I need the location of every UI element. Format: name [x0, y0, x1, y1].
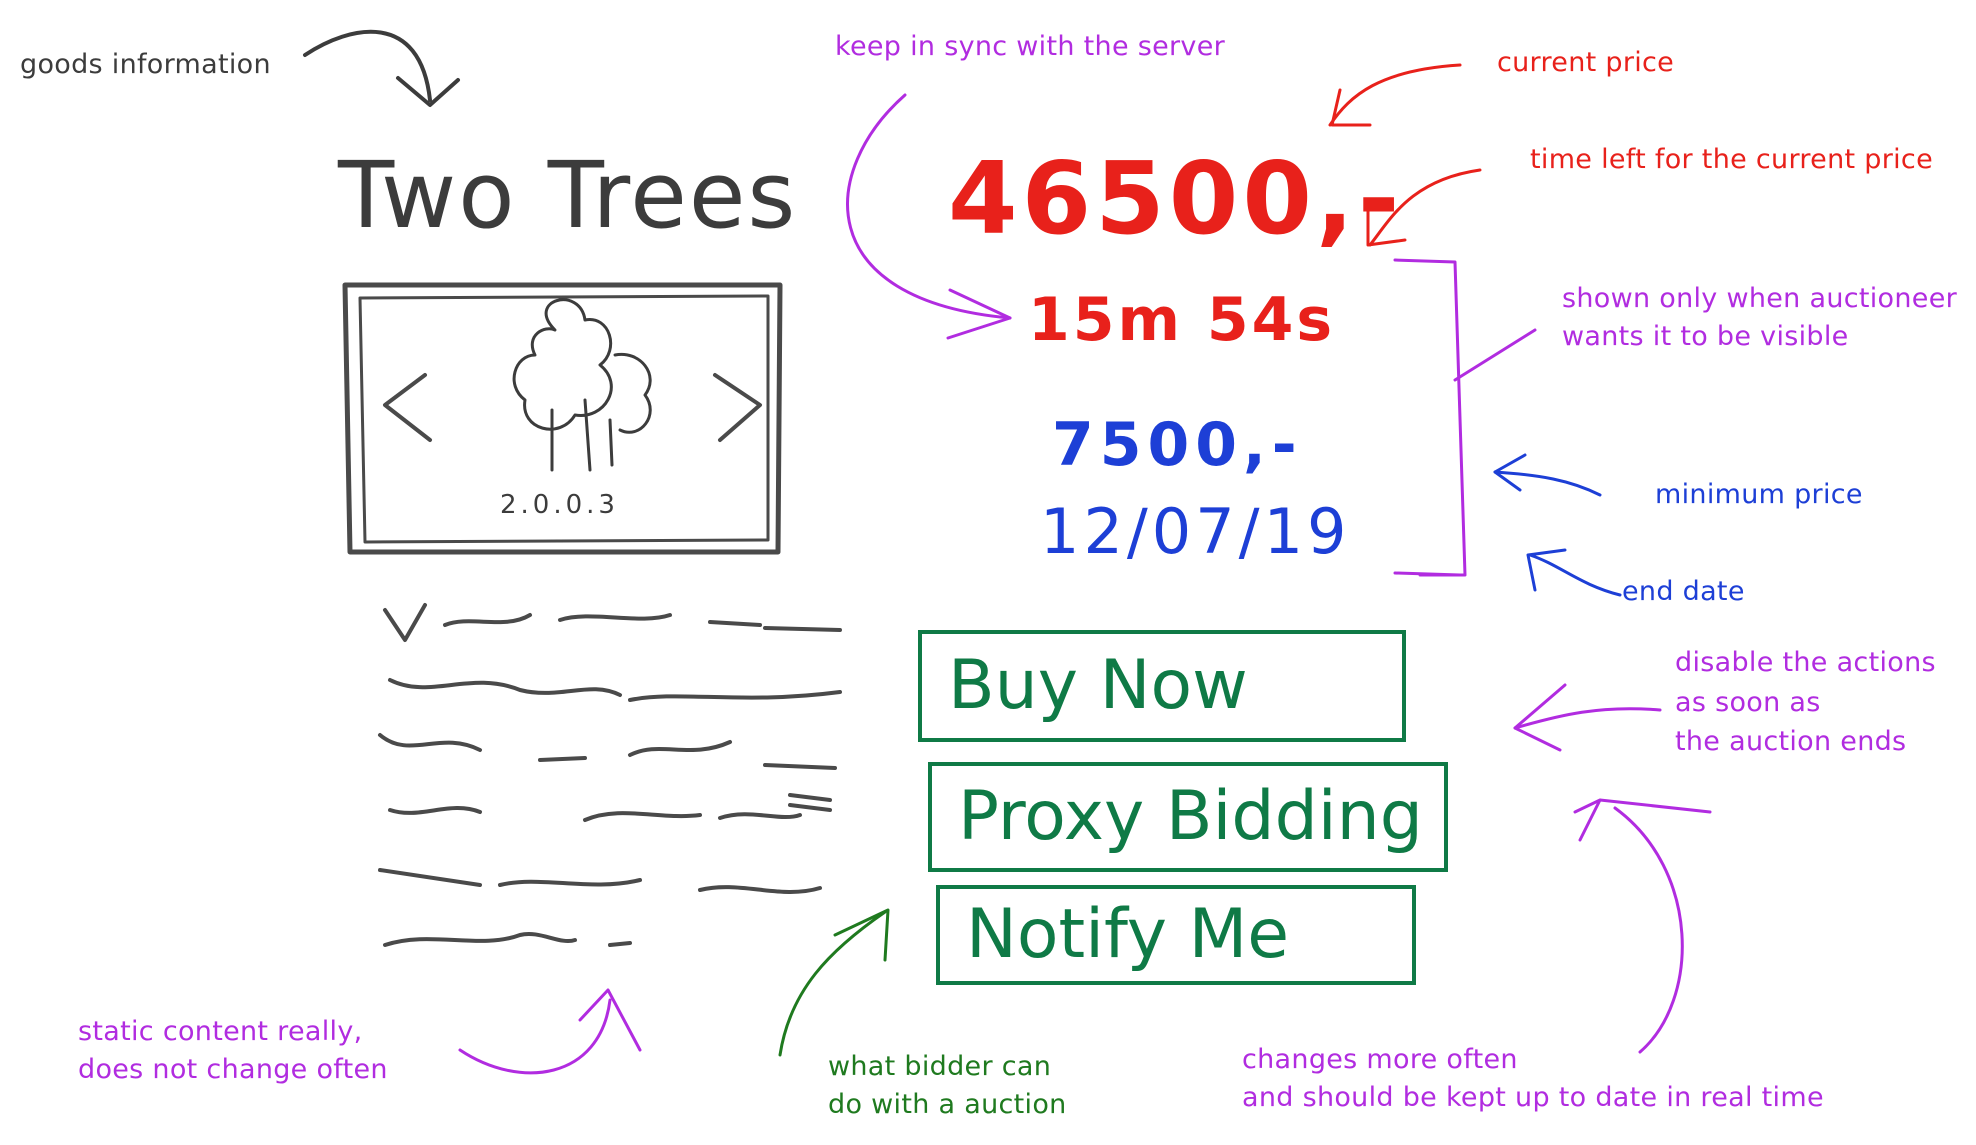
shown-only-annotation-line2: wants it to be visible — [1562, 321, 1849, 352]
current-price-annotation: current price — [1497, 47, 1675, 78]
notify-me-button[interactable]: Notify Me — [936, 885, 1416, 985]
goods-information-annotation: goods information — [20, 49, 271, 80]
minimum-price-annotation: minimum price — [1655, 479, 1863, 510]
image-next-arrow — [713, 373, 762, 442]
description-scribble — [378, 733, 837, 770]
buy-now-button[interactable]: Buy Now — [918, 630, 1406, 742]
description-scribble — [383, 931, 632, 947]
keep-in-sync-annotation: keep in sync with the server — [835, 31, 1226, 62]
static-content-annotation-line1: static content really, — [78, 1016, 363, 1047]
time-left: 15m 54s — [1028, 285, 1336, 355]
changes-arrow — [1613, 806, 1684, 1054]
changes-often-annotation-line1: changes more often — [1242, 1044, 1518, 1075]
description-scribble — [383, 603, 842, 642]
disable-arrow — [1513, 707, 1662, 730]
image-prev-arrow — [383, 373, 432, 442]
changes-often-annotation-line2: and should be kept up to date in real ti… — [1242, 1082, 1824, 1113]
end-date-arrow — [1528, 553, 1622, 597]
current-price-arrowhead — [1330, 88, 1372, 127]
current-price-arrow — [1328, 63, 1462, 127]
proxy-bidding-button[interactable]: Proxy Bidding — [928, 762, 1448, 872]
visibility-connector — [1453, 328, 1537, 382]
end-date: 12/07/19 — [1040, 495, 1351, 568]
bidder-actions-annotation-line2: do with a auction — [828, 1089, 1067, 1120]
disable-actions-annotation-line1: disable the actions — [1675, 647, 1936, 678]
tree-trunk — [550, 398, 614, 472]
current-price: 46500,- — [948, 140, 1404, 257]
description-scribble — [378, 868, 822, 894]
bidder-actions-annotation-line1: what bidder can — [828, 1051, 1052, 1082]
visibility-bracket — [1393, 258, 1467, 577]
shown-only-annotation-line1: shown only when auctioneer — [1562, 283, 1958, 314]
tree-sketch — [512, 298, 613, 431]
bidder-arrowhead — [833, 908, 890, 962]
bidder-arrow — [778, 910, 887, 1057]
static-content-annotation-line2: does not change often — [78, 1054, 388, 1085]
end-date-annotation: end date — [1622, 576, 1745, 607]
minimum-price: 7500,- — [1052, 410, 1303, 480]
disable-actions-annotation-line2: as soon as — [1675, 687, 1821, 718]
tree-sketch-2 — [613, 352, 652, 434]
description-scribble — [388, 678, 842, 702]
time-left-annotation: time left for the current price — [1530, 144, 1933, 175]
disable-actions-annotation-line3: the auction ends — [1675, 726, 1907, 757]
description-scribble — [388, 793, 832, 822]
image-caption: 2.0.0.3 — [500, 490, 619, 520]
goods-title: Two Trees — [338, 142, 798, 249]
